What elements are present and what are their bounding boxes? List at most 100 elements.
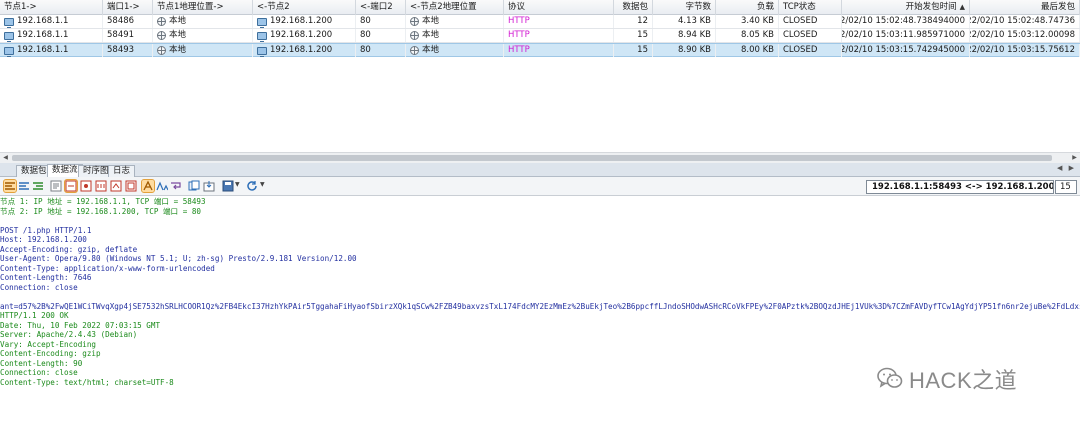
save-icon[interactable] xyxy=(222,180,234,192)
stream-line-client: ant=d57%2B%2FwQE1WCiTWvqXgp4jSE7532hSRLH… xyxy=(0,301,1080,311)
cell-payload: 8.00 KB xyxy=(716,44,779,57)
column-header-payload[interactable]: 负载 xyxy=(716,0,779,15)
cell-geo1: 本地 xyxy=(153,29,253,42)
view-both-directions-icon[interactable] xyxy=(3,179,17,193)
column-header-bytes[interactable]: 字节数 xyxy=(653,0,716,15)
computer-icon xyxy=(257,31,267,42)
computer-icon xyxy=(4,46,14,57)
cell-packets-text: 12 xyxy=(637,16,648,26)
computer-icon xyxy=(257,46,267,57)
cell-protocol: HTTP xyxy=(504,44,614,57)
column-header-start-time[interactable]: 开始发包时间 ▲ xyxy=(842,0,970,15)
sort-ascending-icon: ▲ xyxy=(959,3,965,11)
cell-packets-text: 15 xyxy=(637,30,648,40)
cell-protocol-text: HTTP xyxy=(508,16,530,26)
table-row-selected[interactable]: 192.168.1.1 58493 本地 192.168.1.200 80 本地 HTTP 1… xyxy=(0,43,1080,57)
column-header-last-time[interactable]: 最后发包 xyxy=(970,0,1080,15)
stream-line-server xyxy=(0,406,1080,416)
cell-geo2: 本地 xyxy=(406,29,504,42)
stream-line-server xyxy=(0,416,1080,425)
globe-icon xyxy=(157,17,166,26)
cell-node2: 192.168.1.200 xyxy=(253,29,356,42)
table-row[interactable]: 192.168.1.1 58491 本地 192.168.1.200 80 本地 HTTP 1… xyxy=(0,29,1080,43)
column-header-protocol[interactable]: 协议 xyxy=(504,0,614,15)
format-utf8-icon[interactable] xyxy=(95,180,107,192)
cell-node2-text: 192.168.1.200 xyxy=(270,16,333,26)
format-unicode-icon[interactable] xyxy=(125,180,137,192)
cell-port1: 58493 xyxy=(103,44,153,57)
column-header-tcp-state[interactable]: TCP状态 xyxy=(779,0,842,15)
format-hex-icon[interactable] xyxy=(64,179,78,193)
scrollbar-thumb[interactable] xyxy=(12,155,1052,161)
table-horizontal-scrollbar[interactable]: ◀ ▶ xyxy=(0,152,1080,163)
cell-node1: 192.168.1.1 xyxy=(0,29,103,42)
text-style-icon[interactable] xyxy=(141,179,155,193)
save-dropdown-chevron-down-icon[interactable]: ▼ xyxy=(235,181,240,188)
scroll-left-arrow-icon[interactable]: ◀ xyxy=(0,153,11,163)
watermark-text: HACK之道 xyxy=(909,368,1018,393)
view-client-only-icon[interactable] xyxy=(18,180,30,192)
stream-line-client: Connection: close xyxy=(0,282,78,292)
tab-scroll-arrows-icon[interactable]: ◀ ▶ xyxy=(1057,164,1076,172)
stream-line-server: 节点 1: IP 地址 = 192.168.1.1, TCP 端口 = 5849… xyxy=(0,197,206,206)
word-wrap-icon[interactable] xyxy=(170,180,182,192)
connection-selector[interactable]: 192.168.1.1:58493 <-> 192.168.1.200:80\数… xyxy=(866,180,1054,194)
stream-line-client: Accept-Encoding: gzip, deflate xyxy=(0,244,138,254)
cell-tcp-state: CLOSED xyxy=(779,44,842,57)
cell-port1-text: 58486 xyxy=(107,16,135,26)
watermark: HACK之道 xyxy=(877,364,1077,394)
cell-bytes: 8.94 KB xyxy=(653,29,716,42)
cell-node2: 192.168.1.200 xyxy=(253,44,356,57)
cell-bytes-text: 8.90 KB xyxy=(677,45,711,55)
column-header-packets[interactable]: 数据包 xyxy=(614,0,653,15)
packet-count-field[interactable]: 15 xyxy=(1055,180,1077,194)
table-header: 节点1-> 端口1-> 节点1地理位置-> <-节点2 <-端口2 <-节点2地… xyxy=(0,0,1080,15)
stream-line-server: Server: Apache/2.4.43 (Debian) xyxy=(0,330,138,339)
cell-tcp-state-text: CLOSED xyxy=(783,16,818,26)
stream-line-client: Content-Type: application/x-www-form-url… xyxy=(0,263,215,273)
cell-geo1-text: 本地 xyxy=(169,16,187,26)
format-text-icon[interactable] xyxy=(50,180,62,192)
cell-port1: 58491 xyxy=(103,29,153,42)
view-tab-strip: 数据包 数据流 时序图 日志 ◀ ▶ xyxy=(0,163,1080,177)
column-header-node2[interactable]: <-节点2 xyxy=(253,0,356,15)
cell-last-time: 2022/02/10 15:03:15.75612 xyxy=(970,44,1080,57)
stream-line-client xyxy=(0,216,1080,226)
cell-port1-text: 58491 xyxy=(107,30,135,40)
stream-line-client xyxy=(0,292,1080,302)
cell-geo1: 本地 xyxy=(153,15,253,28)
stream-line-client: POST /1.php HTTP/1.1 xyxy=(0,225,92,235)
column-header-node1[interactable]: 节点1-> xyxy=(0,0,103,15)
globe-icon xyxy=(410,17,419,26)
copy-icon[interactable] xyxy=(188,180,200,192)
view-server-only-icon[interactable] xyxy=(32,180,44,192)
column-header-port1[interactable]: 端口1-> xyxy=(103,0,153,15)
format-decode-icon[interactable] xyxy=(80,180,92,192)
stream-toolbar: ▼ ▼ 192.168.1.1:58493 <-> 192.168.1.200:… xyxy=(0,177,1080,196)
column-header-geo1[interactable]: 节点1地理位置-> xyxy=(153,0,253,15)
computer-icon xyxy=(4,17,14,28)
cell-geo1-text: 本地 xyxy=(169,45,187,55)
cell-node1: 192.168.1.1 xyxy=(0,44,103,57)
refresh-dropdown-chevron-down-icon[interactable]: ▼ xyxy=(260,181,265,188)
cell-port2: 80 xyxy=(356,44,406,57)
font-size-icon[interactable] xyxy=(156,180,169,192)
table-row[interactable]: 192.168.1.1 58486 本地 192.168.1.200 80 本地 HTTP 1… xyxy=(0,15,1080,29)
cell-geo2: 本地 xyxy=(406,44,504,57)
export-icon[interactable] xyxy=(203,180,215,192)
stream-line-server: HTTP/1.1 200 OK xyxy=(0,311,69,320)
cell-port2-text: 80 xyxy=(360,16,371,26)
stream-line-server: Content-Encoding: gzip xyxy=(0,349,101,358)
column-header-geo2[interactable]: <-节点2地理位置 xyxy=(406,0,504,15)
refresh-icon[interactable] xyxy=(246,180,258,192)
tab-log[interactable]: 日志 xyxy=(108,165,136,177)
scroll-right-arrow-icon[interactable]: ▶ xyxy=(1069,153,1080,163)
column-header-start-time-label: 开始发包时间 xyxy=(905,2,957,12)
cell-packets: 15 xyxy=(614,29,653,42)
connection-table: 节点1-> 端口1-> 节点1地理位置-> <-节点2 <-端口2 <-节点2地… xyxy=(0,0,1080,152)
format-gbk-icon[interactable] xyxy=(110,180,122,192)
wechat-logo-icon xyxy=(877,367,903,391)
globe-icon xyxy=(410,31,419,40)
column-header-port2[interactable]: <-端口2 xyxy=(356,0,406,15)
cell-geo2: 本地 xyxy=(406,15,504,28)
